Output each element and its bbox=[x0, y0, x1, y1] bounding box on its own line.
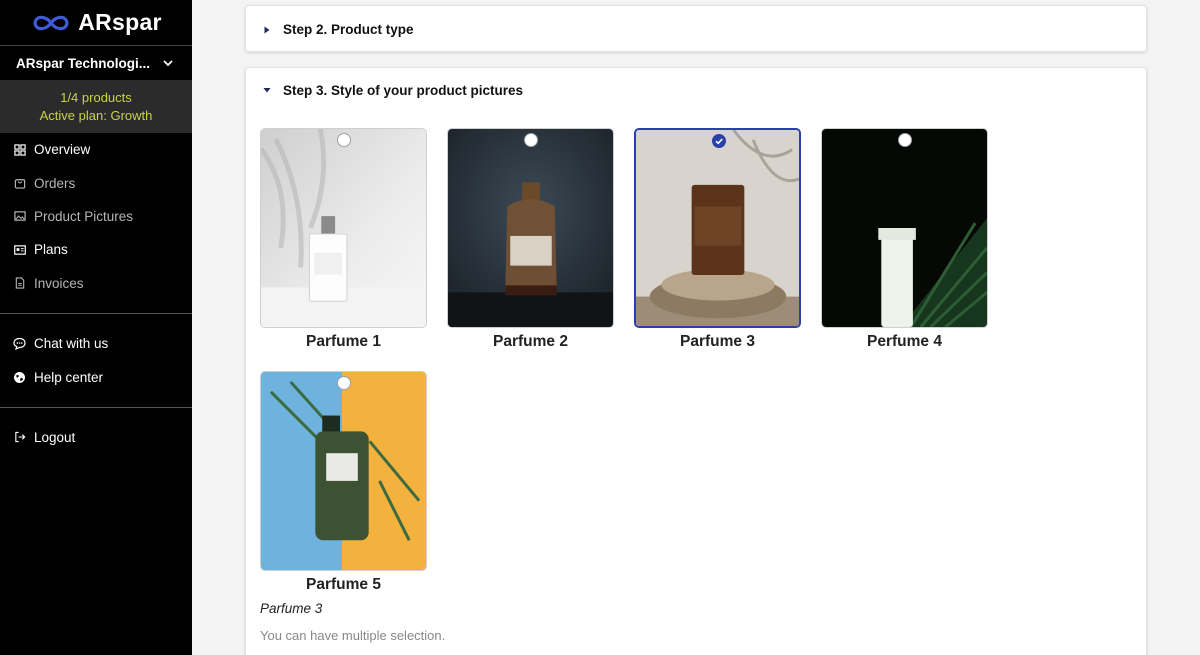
option-radio[interactable] bbox=[524, 133, 538, 147]
style-option-parfume-2[interactable]: Parfume 2 bbox=[447, 128, 614, 351]
plan-active: Active plan: Growth bbox=[39, 108, 153, 123]
nav-logout[interactable]: Logout bbox=[0, 421, 192, 454]
style-option-image bbox=[260, 128, 427, 328]
caret-down-icon bbox=[263, 88, 271, 93]
chat-icon bbox=[13, 337, 26, 351]
nav-orders-label: Orders bbox=[34, 175, 76, 191]
step-2-header[interactable]: Step 2. Product type bbox=[246, 6, 1146, 53]
nav-chat-with-us[interactable]: Chat with us bbox=[0, 327, 192, 360]
card-icon bbox=[13, 243, 26, 256]
nav-plans[interactable]: Plans bbox=[0, 233, 192, 266]
nav-plans-label: Plans bbox=[34, 242, 68, 258]
step-2-panel: Step 2. Product type bbox=[245, 5, 1147, 52]
nav-product-pictures-label: Product Pictures bbox=[34, 208, 134, 224]
nav-logout-label: Logout bbox=[34, 429, 76, 445]
step-3-header[interactable]: Step 3. Style of your product pictures bbox=[246, 68, 1146, 112]
style-option-parfume-5[interactable]: Parfume 5 bbox=[260, 371, 427, 594]
nav-orders[interactable]: Orders bbox=[0, 166, 192, 199]
parfume-5-image bbox=[261, 372, 426, 570]
sidebar: ARspar ARspar Technologi... 1/4 products… bbox=[0, 0, 192, 655]
option-radio[interactable] bbox=[898, 133, 912, 147]
organization-name: ARspar Technologi... bbox=[16, 55, 151, 71]
image-icon bbox=[13, 210, 26, 223]
style-option-perfume-4[interactable]: Perfume 4 bbox=[821, 128, 988, 351]
nav-overview[interactable]: Overview bbox=[0, 133, 192, 166]
step-2-title: Step 2. Product type bbox=[283, 22, 414, 37]
option-label: Parfume 2 bbox=[493, 333, 568, 350]
style-option-image bbox=[634, 128, 801, 328]
option-radio[interactable] bbox=[337, 376, 351, 390]
document-icon bbox=[13, 277, 26, 290]
grid-icon bbox=[13, 143, 26, 156]
nav-help-center[interactable]: Help center bbox=[0, 360, 192, 393]
option-label: Parfume 1 bbox=[306, 333, 381, 350]
step-3-title: Step 3. Style of your product pictures bbox=[283, 82, 524, 98]
parfume-1-image bbox=[261, 129, 426, 327]
organization-switcher[interactable]: ARspar Technologi... bbox=[0, 45, 192, 80]
perfume-4-image bbox=[822, 129, 987, 327]
style-option-parfume-1[interactable]: Parfume 1 bbox=[260, 128, 427, 351]
multiple-selection-hint: You can have multiple selection. bbox=[260, 628, 446, 643]
style-option-image bbox=[447, 128, 614, 328]
option-radio[interactable] bbox=[337, 133, 351, 147]
nav-invoices-label: Invoices bbox=[34, 275, 84, 291]
plan-summary: 1/4 products Active plan: Growth bbox=[0, 80, 192, 133]
nav-product-pictures[interactable]: Product Pictures bbox=[0, 200, 192, 233]
caret-right-icon bbox=[264, 26, 270, 33]
nav-invoices[interactable]: Invoices bbox=[0, 267, 192, 300]
brand-logo[interactable]: ARspar bbox=[0, 0, 192, 45]
step-3-panel: Step 3. Style of your product pictures P… bbox=[245, 67, 1147, 655]
option-radio-checked[interactable] bbox=[712, 134, 726, 148]
parfume-2-image bbox=[448, 129, 613, 327]
style-option-image bbox=[260, 371, 427, 571]
bag-icon bbox=[13, 177, 26, 190]
check-icon bbox=[714, 137, 723, 144]
logout-icon bbox=[13, 431, 26, 444]
brand-name: ARspar bbox=[78, 9, 162, 35]
option-label: Parfume 3 bbox=[680, 333, 755, 350]
parfume-3-image bbox=[636, 130, 799, 326]
selected-styles-summary: Parfume 3 bbox=[260, 601, 323, 616]
nav-overview-label: Overview bbox=[34, 142, 91, 158]
option-label: Perfume 4 bbox=[867, 333, 942, 350]
chevron-down-icon bbox=[163, 60, 173, 67]
plan-products-count: 1/4 products bbox=[60, 90, 132, 105]
style-option-parfume-3[interactable]: Parfume 3 bbox=[634, 128, 801, 351]
globe-icon bbox=[13, 371, 26, 384]
style-option-image bbox=[821, 128, 988, 328]
option-label: Parfume 5 bbox=[306, 576, 381, 593]
main-content: Step 2. Product type Step 3. Style of yo… bbox=[192, 0, 1200, 655]
infinity-logo-icon bbox=[33, 15, 69, 30]
nav-help-label: Help center bbox=[34, 369, 104, 385]
nav-chat-label: Chat with us bbox=[34, 336, 109, 352]
